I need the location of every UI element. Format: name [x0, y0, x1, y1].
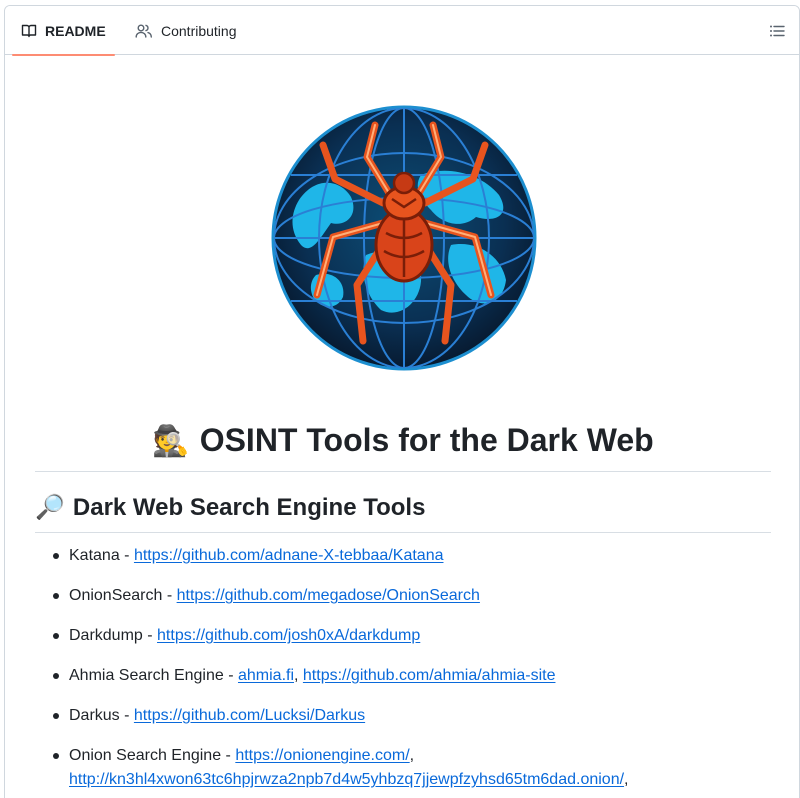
separator: -: [221, 747, 236, 764]
link-separator: ,: [294, 667, 303, 684]
list-item: Ahmia Search Engine - ahmia.fi, https://…: [51, 664, 771, 688]
tool-link[interactable]: https://github.com/adnane-X-tebbaa/Katan…: [134, 547, 444, 564]
spider-globe-logo: [271, 105, 537, 371]
list-unordered-icon: [770, 25, 785, 37]
separator: -: [223, 667, 238, 684]
list-item: Darkdump - https://github.com/josh0xA/da…: [51, 624, 771, 648]
outline-button[interactable]: [765, 19, 789, 43]
tab-bar: README Contributing: [5, 6, 799, 56]
tool-name: Onion Search Engine: [69, 747, 222, 764]
tool-link[interactable]: https://onionengine.com/: [235, 747, 409, 764]
tab-contributing-label: Contributing: [161, 22, 237, 39]
tool-link[interactable]: https://github.com/ahmia/ahmia-site: [303, 667, 556, 684]
section-heading: 🔎 Dark Web Search Engine Tools: [35, 488, 771, 533]
link-separator: ,: [409, 747, 415, 764]
section-heading-text: Dark Web Search Engine Tools: [72, 494, 426, 521]
list-item: OnionSearch - https://github.com/megados…: [51, 584, 771, 608]
tool-link[interactable]: https://github.com/megadose/OnionSearch: [177, 587, 480, 604]
page-title-text: OSINT Tools for the Dark Web: [199, 422, 654, 458]
tool-link[interactable]: https://github.com/josh0xA/darkdump: [157, 627, 420, 644]
readme-content: 🕵️ OSINT Tools for the Dark Web 🔎 Dark Web…: [5, 56, 799, 798]
list-item: Katana - https://github.com/adnane-X-teb…: [51, 544, 771, 568]
tool-name: Darkdump: [69, 627, 143, 644]
tool-name: Ahmia Search Engine: [69, 667, 224, 684]
tool-link[interactable]: https://github.com/Lucksi/Darkus: [134, 707, 365, 724]
magnifying-glass-emoji: 🔎: [35, 494, 65, 521]
tool-name: Darkus: [69, 707, 120, 724]
tool-name: Katana: [69, 547, 120, 564]
tab-readme-label: README: [45, 22, 106, 39]
tool-list: Katana - https://github.com/adnane-X-teb…: [51, 544, 771, 798]
tool-link[interactable]: http://kn3hl4xwon63tc6hpjrwza2npb7d4w5yh…: [69, 771, 624, 788]
list-item: Onion Search Engine - https://onionengin…: [51, 744, 771, 792]
book-icon: [21, 24, 37, 37]
separator: -: [162, 587, 177, 604]
people-icon: [135, 24, 152, 38]
tool-link[interactable]: ahmia.fi: [238, 667, 294, 684]
tab-readme[interactable]: README: [12, 6, 115, 56]
tool-name: OnionSearch: [69, 587, 163, 604]
separator: -: [119, 707, 134, 724]
tab-contributing[interactable]: Contributing: [127, 6, 245, 55]
list-item: Darkus - https://github.com/Lucksi/Darku…: [51, 704, 771, 728]
trailing-punctuation: ,: [624, 771, 629, 788]
separator: -: [119, 547, 134, 564]
detective-emoji: 🕵️: [152, 425, 190, 458]
separator: -: [142, 627, 158, 644]
readme-panel: README Contributing 🕵️ OSINT Tools for t…: [4, 5, 800, 798]
page-title: 🕵️ OSINT Tools for the Dark Web: [35, 416, 771, 472]
